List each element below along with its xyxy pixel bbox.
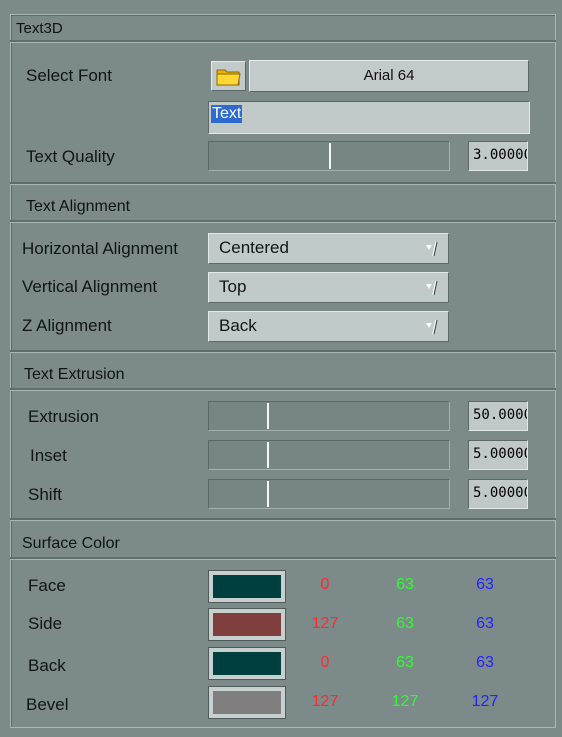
inset-field[interactable]: 5.00000 [468, 440, 528, 470]
back-blue-value: 63 [476, 654, 494, 671]
text-quality-slider-knob[interactable] [329, 143, 331, 169]
extrusion-slider[interactable] [208, 401, 450, 431]
horizontal-alignment-dropdown[interactable]: Centered [208, 233, 449, 264]
back-red-value: 0 [320, 654, 330, 671]
horizontal-alignment-label: Horizontal Alignment [22, 239, 178, 258]
text3d-panel: Text3D Select Font Arial 64 Text Text Qu… [0, 0, 562, 737]
face-green-value: 63 [396, 576, 414, 593]
back-color-swatch[interactable] [208, 647, 286, 680]
side-color-swatch[interactable] [208, 608, 286, 641]
vertical-alignment-dropdown[interactable]: Top [208, 272, 449, 303]
divider [10, 350, 556, 353]
inset-slider[interactable] [208, 440, 450, 470]
font-select-button-label: Arial 64 [363, 67, 415, 84]
back-label: Back [28, 656, 66, 675]
face-label: Face [28, 576, 66, 595]
extrusion-label: Extrusion [28, 407, 99, 426]
side-label: Side [28, 614, 63, 633]
surface-color-title: Surface Color [22, 535, 120, 552]
font-select-button[interactable]: Arial 64 [249, 60, 529, 92]
dropdown-arrow-icon [426, 319, 438, 335]
bevel-label: Bevel [26, 695, 69, 714]
extrusion-slider-knob[interactable] [267, 403, 269, 429]
side-red-value: 127 [311, 615, 339, 632]
face-color-fill [213, 575, 281, 598]
bevel-color-swatch[interactable] [208, 686, 286, 719]
face-red-value: 0 [320, 576, 330, 593]
divider [10, 40, 556, 43]
text-quality-slider[interactable] [208, 141, 450, 171]
back-green-value: 63 [396, 654, 414, 671]
dropdown-arrow-icon [426, 280, 438, 296]
bevel-green-value: 127 [391, 693, 419, 710]
inset-label: Inset [30, 446, 67, 465]
side-green-value: 63 [396, 615, 414, 632]
extrusion-field[interactable]: 50.0000 [468, 401, 528, 431]
divider [10, 388, 556, 391]
divider [10, 182, 556, 185]
shift-slider-knob[interactable] [267, 481, 269, 507]
z-alignment-label: Z Alignment [22, 316, 112, 335]
side-blue-value: 63 [476, 615, 494, 632]
vertical-alignment-value: Top [219, 277, 247, 296]
bevel-red-value: 127 [311, 693, 339, 710]
bevel-blue-value: 127 [471, 693, 499, 710]
divider [10, 518, 556, 521]
face-blue-value: 63 [476, 576, 494, 593]
z-alignment-value: Back [219, 316, 257, 335]
horizontal-alignment-value: Centered [219, 238, 289, 257]
shift-label: Shift [28, 485, 63, 504]
dropdown-arrow-icon [426, 241, 438, 257]
face-color-swatch[interactable] [208, 570, 286, 603]
folder-icon[interactable] [211, 61, 246, 91]
text-quality-label: Text Quality [26, 147, 115, 166]
bevel-color-fill [213, 691, 281, 714]
text-input-value: Text [211, 105, 243, 123]
panel-title: Text3D [16, 20, 63, 37]
back-color-fill [213, 652, 281, 675]
text-alignment-title: Text Alignment [26, 198, 131, 215]
side-color-fill [213, 613, 281, 636]
shift-field[interactable]: 5.00000 [468, 479, 528, 509]
inset-slider-knob[interactable] [267, 442, 269, 468]
divider [10, 557, 556, 560]
shift-slider[interactable] [208, 479, 450, 509]
text-extrusion-title: Text Extrusion [24, 366, 125, 383]
divider [10, 220, 556, 223]
vertical-alignment-label: Vertical Alignment [22, 277, 158, 296]
text-quality-field[interactable]: 3.00000 [468, 141, 528, 171]
z-alignment-dropdown[interactable]: Back [208, 311, 449, 342]
text-input[interactable]: Text [208, 101, 530, 134]
select-font-label: Select Font [26, 66, 112, 85]
